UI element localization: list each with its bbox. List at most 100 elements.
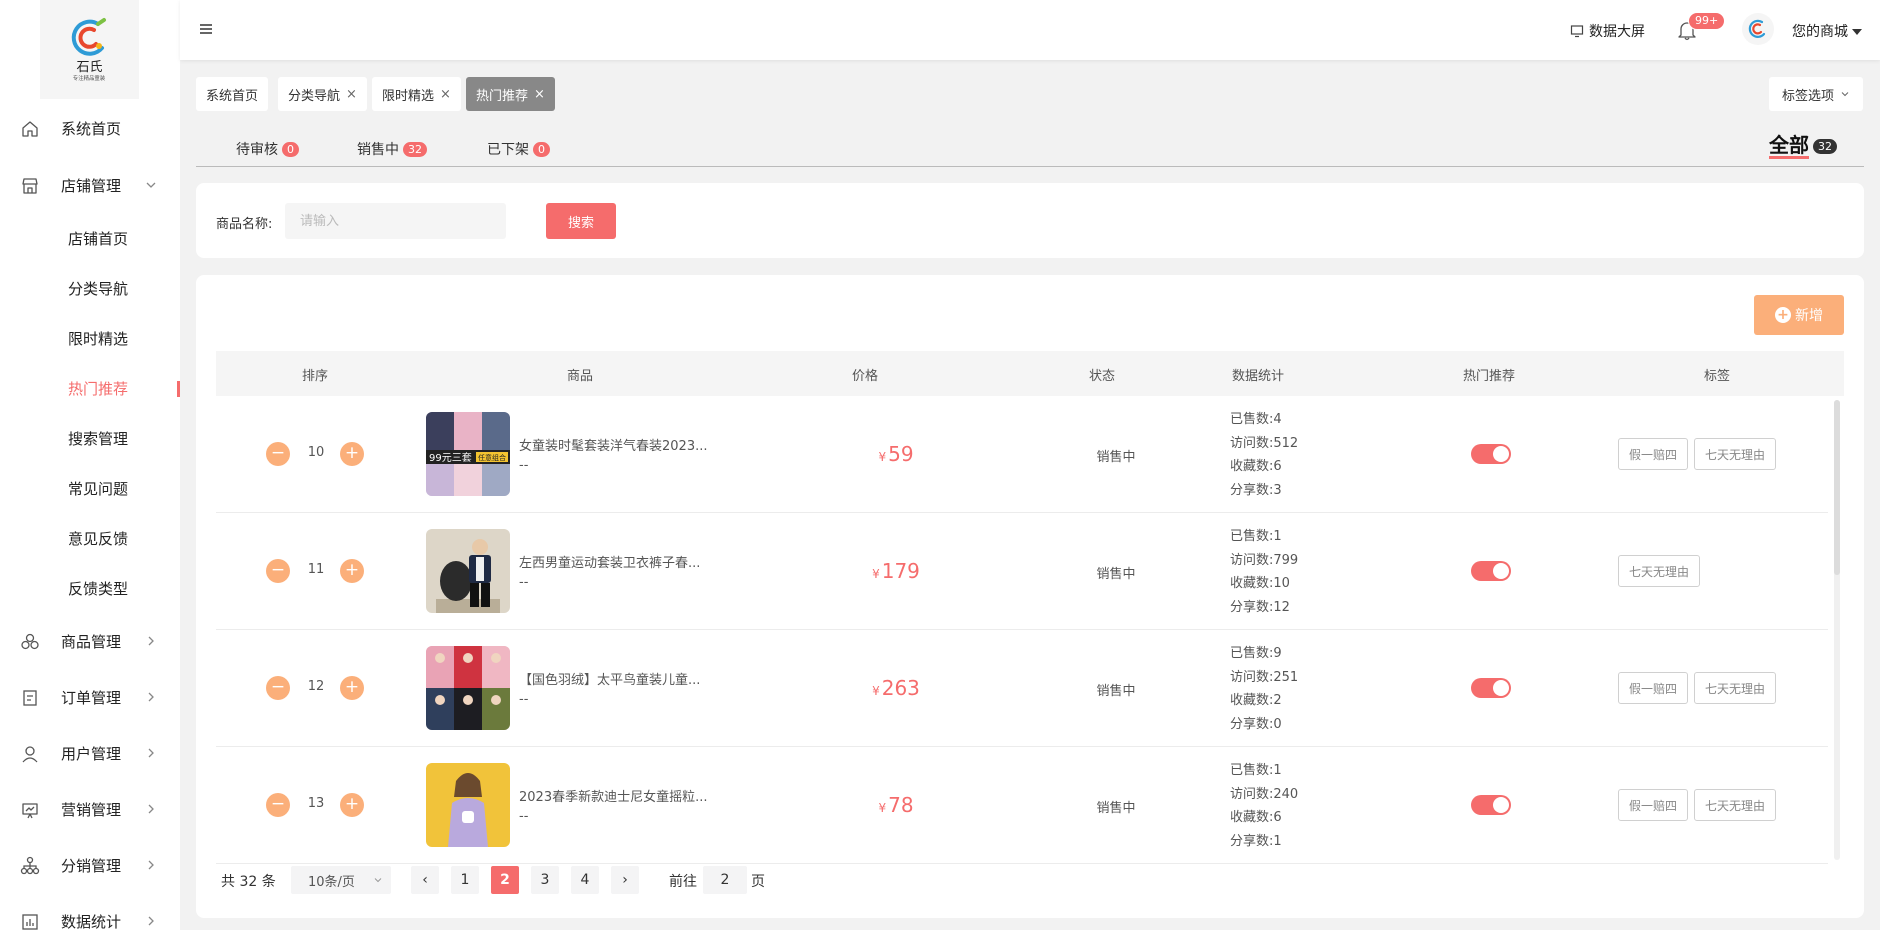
sidebar-subitem-category-nav[interactable]: 分类导航 <box>0 269 180 309</box>
page-button-4[interactable]: 4 <box>571 866 599 894</box>
tag-options-button[interactable]: 标签选项 <box>1769 77 1863 111</box>
sidebar-subitem-feedback-type[interactable]: 反馈类型 <box>0 569 180 609</box>
prev-page-button[interactable]: ‹ <box>411 866 439 894</box>
data-screen-link[interactable]: 数据大屏 <box>1570 21 1645 41</box>
marketing-icon <box>22 803 38 819</box>
product-icon <box>21 633 39 650</box>
tag-button[interactable]: 七天无理由 <box>1694 789 1777 821</box>
sidebar-subitem-faq[interactable]: 常见问题 <box>0 469 180 509</box>
tag-group: 假一赔四 七天无理由 <box>1618 672 1782 704</box>
avatar[interactable] <box>1742 13 1774 45</box>
close-icon[interactable]: × <box>346 87 357 102</box>
sidebar-item-home[interactable]: 系统首页 <box>0 108 180 148</box>
shop-dropdown[interactable]: 您的商城 <box>1792 21 1862 41</box>
close-icon[interactable]: × <box>440 87 451 102</box>
sidebar-subitem-store-home[interactable]: 店铺首页 <box>0 219 180 259</box>
add-button[interactable]: + 新增 <box>1754 295 1844 335</box>
sidebar-item-statistics[interactable]: 数据统计 <box>0 901 180 930</box>
tab-label: 分类导航 <box>288 88 341 104</box>
notification-badge: 99+ <box>1688 12 1726 30</box>
page-button-1[interactable]: 1 <box>451 866 479 894</box>
page-button-3[interactable]: 3 <box>531 866 559 894</box>
close-icon[interactable]: × <box>534 87 545 102</box>
status-tab-off-shelf[interactable]: 已下架 0 <box>487 139 550 159</box>
hot-recommend-toggle[interactable] <box>1471 444 1511 464</box>
decrease-rank-button[interactable]: − <box>266 559 290 583</box>
column-header-hot: 热门推荐 <box>1462 369 1516 384</box>
sidebar-subitem-limited-picks[interactable]: 限时精选 <box>0 319 180 359</box>
currency-symbol: ¥ <box>878 801 887 815</box>
table-row: − 10 + 99元三套 任意组合 女童装时髦套装洋气春装2023... -- … <box>216 396 1828 513</box>
status-tab-on-sale[interactable]: 销售中 32 <box>357 139 427 159</box>
page-button-2[interactable]: 2 <box>491 866 519 894</box>
decrease-rank-button[interactable]: − <box>266 793 290 817</box>
increase-rank-button[interactable]: + <box>340 793 364 817</box>
chevron-right-icon <box>148 860 154 870</box>
tag-button[interactable]: 七天无理由 <box>1694 672 1777 704</box>
tag-button[interactable]: 七天无理由 <box>1618 555 1701 587</box>
shop-name: 您的商城 <box>1792 24 1848 40</box>
hot-recommend-toggle[interactable] <box>1471 561 1511 581</box>
stat-favorites: 收藏数:10 <box>1230 576 1290 591</box>
sidebar-subitem-hot-recommend[interactable]: 热门推荐 <box>0 369 180 409</box>
chevron-down-icon <box>374 878 382 883</box>
tab-label: 热门推荐 <box>476 88 529 104</box>
stat-shares: 分享数:12 <box>1230 599 1290 615</box>
sidebar-item-label: 用户管理 <box>61 744 122 763</box>
image-caption: 99元三套 <box>429 451 472 464</box>
sidebar-subitem-search-manage[interactable]: 搜索管理 <box>0 419 180 459</box>
sidebar-item-products[interactable]: 商品管理 <box>0 621 180 661</box>
increase-rank-button[interactable]: + <box>340 442 364 466</box>
hot-recommend-toggle[interactable] <box>1471 795 1511 815</box>
column-header-stats: 数据统计 <box>1231 369 1285 384</box>
sidebar-item-store[interactable]: 店铺管理 <box>0 165 180 205</box>
menu-toggle-icon[interactable] <box>197 20 215 38</box>
tag-button[interactable]: 假一赔四 <box>1618 438 1689 470</box>
increase-rank-button[interactable]: + <box>340 676 364 700</box>
status-text: 销售中 <box>1096 567 1136 582</box>
next-page-button[interactable]: › <box>611 866 639 894</box>
price: ¥78 <box>846 793 946 817</box>
caret-down-icon <box>1852 29 1862 35</box>
decrease-rank-button[interactable]: − <box>266 442 290 466</box>
scrollbar-thumb[interactable] <box>1834 400 1840 575</box>
price-value: 179 <box>881 559 920 583</box>
status-tab-all[interactable]: 全部 32 <box>1769 134 1837 159</box>
tag-button[interactable]: 假一赔四 <box>1618 672 1689 704</box>
tab-divider <box>196 166 1864 167</box>
sidebar-item-distribution[interactable]: 分销管理 <box>0 845 180 885</box>
sidebar-item-orders[interactable]: 订单管理 <box>0 677 180 717</box>
page-size-value: 10条/页 <box>308 874 355 890</box>
tag-group: 假一赔四 七天无理由 <box>1618 438 1782 470</box>
sidebar-item-marketing[interactable]: 营销管理 <box>0 789 180 829</box>
product-name-input[interactable] <box>285 203 506 239</box>
status-tab-pending[interactable]: 待审核 0 <box>236 139 299 159</box>
sidebar-item-label: 商品管理 <box>61 632 122 651</box>
tab-system-home[interactable]: 系统首页 <box>196 77 269 111</box>
table-scrollbar[interactable] <box>1834 400 1840 860</box>
tab-limited-picks[interactable]: 限时精选 × <box>372 77 461 111</box>
product-name: 【国色羽绒】太平鸟童装儿童... <box>519 673 701 688</box>
sidebar-subitem-label: 反馈类型 <box>68 580 129 598</box>
decrease-rank-button[interactable]: − <box>266 676 290 700</box>
search-button[interactable]: 搜索 <box>546 203 616 239</box>
table-row: − 12 + 【国色羽绒】太平鸟童装儿童... -- ¥263 销售中 已售数:… <box>216 630 1828 747</box>
tag-button[interactable]: 七天无理由 <box>1694 438 1777 470</box>
increase-rank-button[interactable]: + <box>340 559 364 583</box>
tab-category-nav[interactable]: 分类导航 × <box>278 77 367 111</box>
status-text: 销售中 <box>1096 684 1136 699</box>
store-icon <box>22 178 38 194</box>
page-jump-input[interactable] <box>703 866 747 894</box>
sidebar-subitem-feedback[interactable]: 意见反馈 <box>0 519 180 559</box>
stat-visits: 访问数:799 <box>1230 552 1299 568</box>
page-size-select[interactable]: 10条/页 <box>291 866 391 894</box>
tag-button[interactable]: 假一赔四 <box>1618 789 1689 821</box>
image-caption: 任意组合 <box>478 453 506 462</box>
hot-recommend-toggle[interactable] <box>1471 678 1511 698</box>
tab-hot-recommend[interactable]: 热门推荐 × <box>466 77 555 111</box>
top-bar: 数据大屏 99+ 您的商城 <box>180 0 1880 60</box>
tag-group: 假一赔四 七天无理由 <box>1618 789 1782 821</box>
product-name: 左西男童运动套装卫衣裤子春... <box>519 556 701 571</box>
sidebar-item-users[interactable]: 用户管理 <box>0 733 180 773</box>
column-header-price: 价格 <box>851 369 879 384</box>
